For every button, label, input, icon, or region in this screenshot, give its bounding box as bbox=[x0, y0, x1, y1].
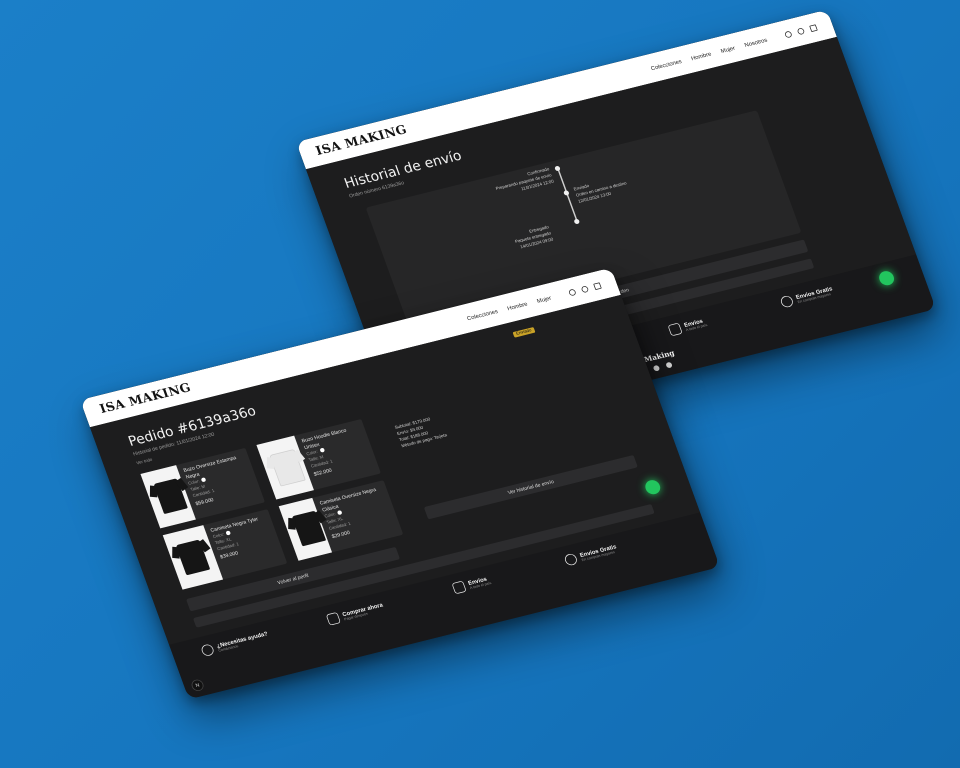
search-icon[interactable] bbox=[580, 285, 590, 293]
header-icons bbox=[783, 23, 818, 38]
feature-help[interactable]: ¿Necesitas ayuda?Contáctanos bbox=[200, 630, 270, 657]
truck-icon bbox=[667, 322, 683, 337]
dollar-icon bbox=[563, 552, 579, 567]
youtube-icon[interactable] bbox=[665, 361, 673, 369]
box-icon bbox=[325, 611, 341, 626]
feature-buy-now[interactable]: Comprar ahoraPagar después bbox=[325, 601, 385, 626]
truck-icon bbox=[451, 580, 467, 595]
timeline-dot bbox=[573, 218, 581, 225]
feature-shipping: Envíos A todo el país bbox=[451, 574, 493, 595]
user-icon[interactable] bbox=[567, 288, 577, 296]
view-shipping-history-button[interactable]: Ver historial de envío bbox=[423, 454, 638, 520]
order-detail-window: ISA MAKING Colecciones Hombre Mujer Pedi… bbox=[80, 267, 720, 700]
header-icons bbox=[567, 281, 602, 296]
color-swatch bbox=[225, 530, 232, 536]
timeline-dot bbox=[563, 189, 570, 196]
feature-free-shipping: Envíos Gratis En compras mayores bbox=[779, 285, 834, 309]
nav-mujer[interactable]: Mujer bbox=[536, 294, 552, 304]
hoodie-icon bbox=[269, 448, 306, 487]
dollar-icon bbox=[779, 294, 795, 309]
color-swatch bbox=[319, 447, 325, 454]
user-icon[interactable] bbox=[783, 30, 793, 38]
hoodie-icon bbox=[153, 478, 188, 515]
color-swatch bbox=[337, 510, 343, 516]
timeline-step-1: Confirmado Preparando paquete de envío 1… bbox=[495, 167, 555, 192]
x-icon[interactable] bbox=[652, 364, 661, 372]
cart-icon[interactable] bbox=[809, 23, 818, 32]
nav-hombre[interactable]: Hombre bbox=[506, 300, 528, 311]
whatsapp-icon bbox=[200, 643, 216, 657]
nav-mujer[interactable]: Mujer bbox=[720, 44, 736, 54]
timeline-dot bbox=[554, 165, 561, 172]
tshirt-icon bbox=[291, 510, 327, 547]
color-swatch bbox=[200, 477, 207, 483]
n-badge: N bbox=[189, 678, 206, 693]
feature-shipping: Envíos A todo el país bbox=[667, 316, 709, 337]
nav-hombre[interactable]: Hombre bbox=[690, 50, 712, 61]
cart-icon[interactable] bbox=[593, 281, 602, 290]
search-icon[interactable] bbox=[796, 27, 806, 35]
nav-colecciones[interactable]: Colecciones bbox=[650, 58, 683, 72]
timeline-step-3: Entregado Paquete entregado 14/01/2024 0… bbox=[514, 225, 555, 250]
status-badge: Enviado bbox=[512, 327, 536, 338]
view-all-link[interactable]: Ver todo bbox=[136, 458, 153, 466]
tshirt-icon bbox=[175, 539, 211, 576]
feature-free-shipping: Envíos Gratis En compras mayores bbox=[563, 543, 618, 567]
nav-nosotros[interactable]: Nosotros bbox=[743, 36, 768, 48]
nav-colecciones[interactable]: Colecciones bbox=[466, 308, 499, 322]
timeline-step-2: Enviado Orden en camino a destino 12/01/… bbox=[573, 181, 628, 205]
order-summary: Subtotal: $179.000 Envío: $9.000 Total: … bbox=[394, 417, 448, 449]
